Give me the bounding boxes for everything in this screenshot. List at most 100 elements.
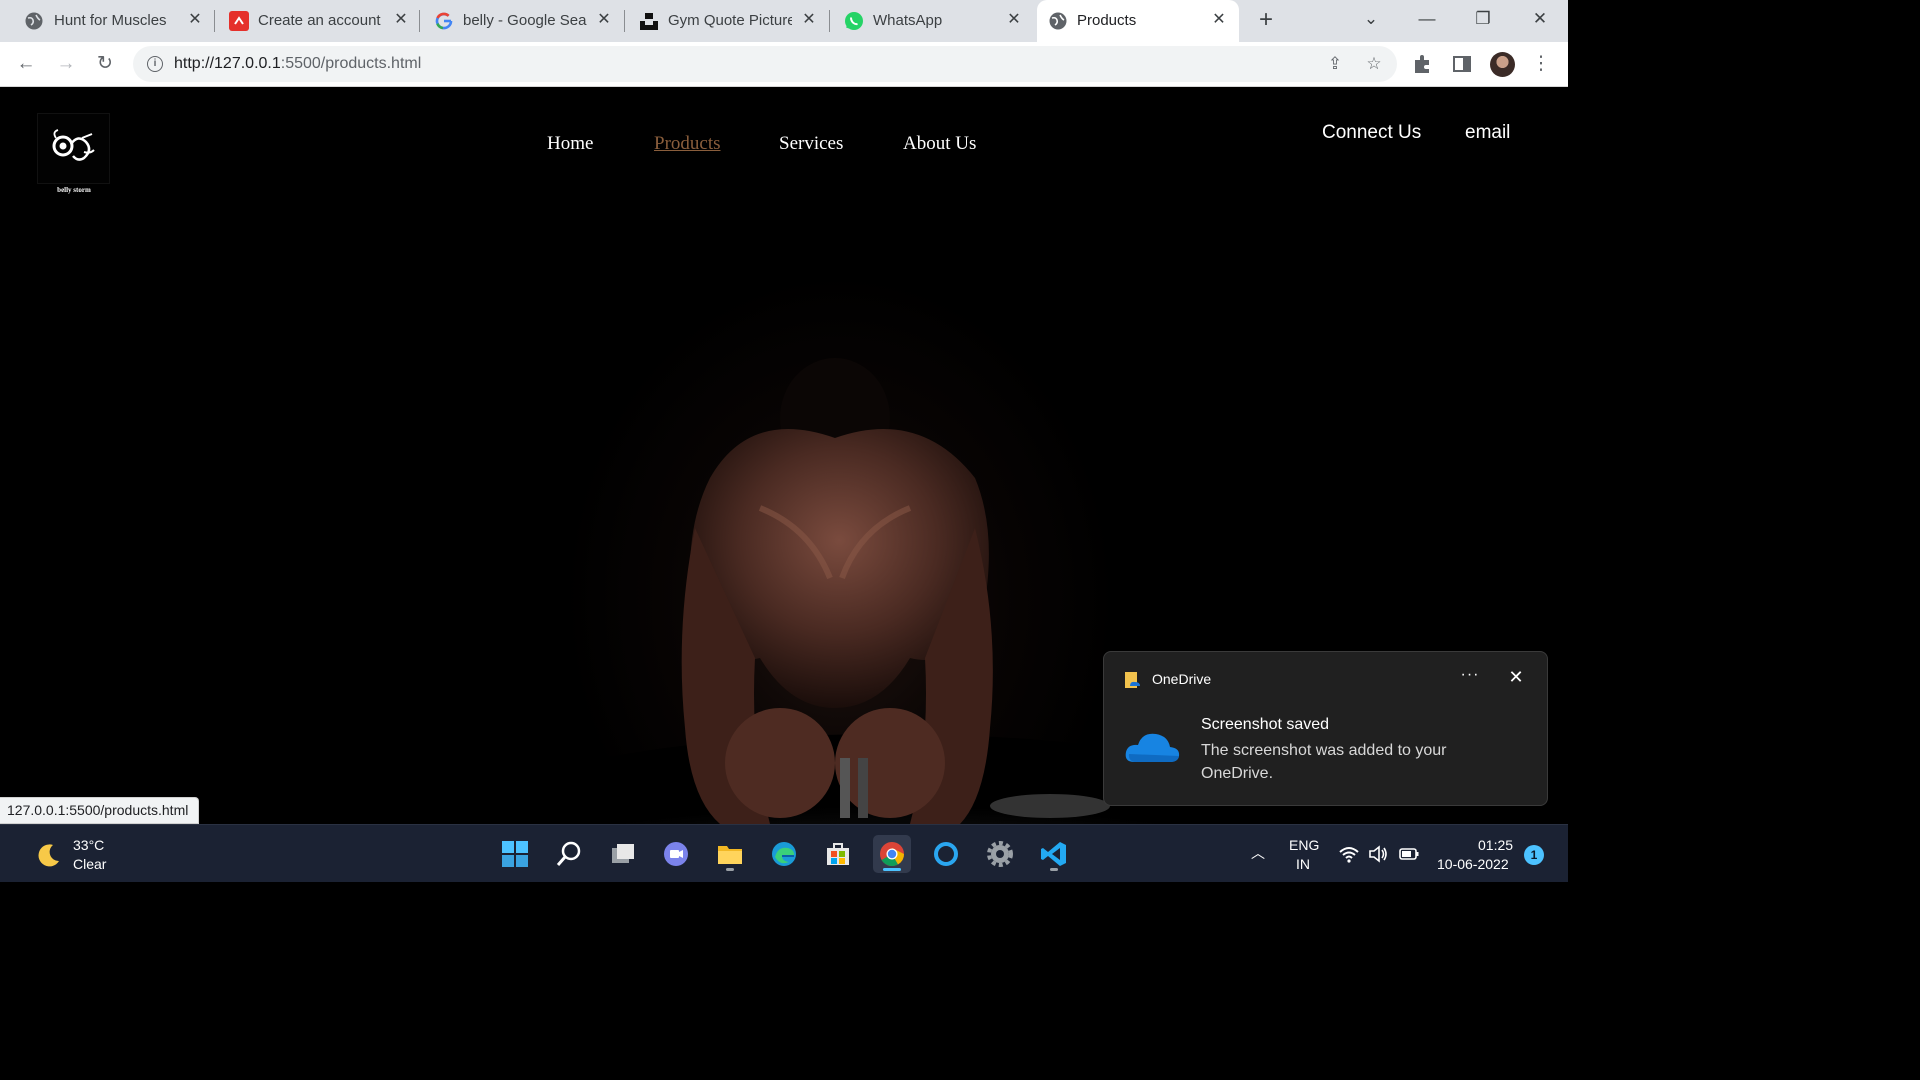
tab-title: Create an account | xyxy=(258,12,382,29)
tab-title: belly - Google Sear xyxy=(463,12,587,29)
new-tab-button[interactable]: + xyxy=(1253,8,1279,34)
tab-google-search[interactable]: belly - Google Sear ✕ xyxy=(420,0,625,42)
window-close-icon[interactable]: ✕ xyxy=(1525,6,1555,32)
close-tab-icon[interactable]: ✕ xyxy=(799,10,819,30)
chrome-browser-button[interactable] xyxy=(873,835,911,873)
close-tab-icon[interactable]: ✕ xyxy=(1209,10,1229,30)
google-icon xyxy=(435,12,453,30)
onedrive-app-icon xyxy=(1125,672,1140,688)
email-link[interactable]: email xyxy=(1465,122,1510,144)
start-button[interactable] xyxy=(496,835,534,873)
address-bar[interactable]: i http://127.0.0.1:5500/products.html ⇪ … xyxy=(133,46,1397,82)
nav-link-home[interactable]: Home xyxy=(547,133,593,155)
forward-arrow-icon[interactable]: → xyxy=(53,51,79,77)
tab-title: Hunt for Muscles xyxy=(54,12,167,29)
url-path: :5500/products.html xyxy=(280,55,422,72)
globe-icon xyxy=(25,12,43,30)
logo-caption: belly storm xyxy=(57,186,91,194)
tab-gym-quote[interactable]: Gym Quote Picture ✕ xyxy=(625,0,830,42)
share-icon[interactable]: ⇪ xyxy=(1323,52,1347,76)
input-region[interactable]: IN xyxy=(1296,856,1310,872)
notification-count-badge[interactable]: 1 xyxy=(1524,845,1544,865)
close-tab-icon[interactable]: ✕ xyxy=(391,10,411,30)
volume-icon[interactable] xyxy=(1367,844,1389,864)
input-language[interactable]: ENG xyxy=(1289,837,1319,853)
weather-temperature[interactable]: 33°C xyxy=(73,837,104,853)
tab-strip: Hunt for Muscles ✕ Create an account | ✕… xyxy=(0,0,1568,42)
red-app-icon xyxy=(229,11,249,31)
settings-button[interactable] xyxy=(981,835,1019,873)
onedrive-notification[interactable]: OneDrive ··· ✕ Screenshot saved The scre… xyxy=(1103,651,1548,806)
link-status-bubble: 127.0.0.1:5500/products.html xyxy=(0,797,200,824)
task-view-icon xyxy=(612,844,634,863)
wifi-icon[interactable] xyxy=(1338,844,1360,864)
connect-us-link[interactable]: Connect Us xyxy=(1322,122,1421,144)
url-host: http://127.0.0.1 xyxy=(174,55,281,72)
nav-link-products[interactable]: Products xyxy=(654,133,721,155)
tab-create-account[interactable]: Create an account | ✕ xyxy=(215,0,420,42)
nav-link-services[interactable]: Services xyxy=(779,133,843,155)
file-explorer-button[interactable] xyxy=(711,835,749,873)
notification-title: Screenshot saved xyxy=(1201,716,1330,733)
microsoft-store-button[interactable] xyxy=(819,835,857,873)
teams-chat-icon xyxy=(664,842,688,866)
tab-whatsapp[interactable]: WhatsApp ✕ xyxy=(830,0,1035,42)
menu-kebab-icon[interactable]: ⋮ xyxy=(1528,51,1554,77)
running-indicator xyxy=(726,868,734,871)
clock-time[interactable]: 01:25 xyxy=(1478,837,1513,853)
show-hidden-icons-chevron-icon[interactable]: ︿ xyxy=(1251,843,1265,863)
extensions-puzzle-icon[interactable] xyxy=(1412,53,1434,75)
task-view-button[interactable] xyxy=(604,835,642,873)
clock-date[interactable]: 10-06-2022 xyxy=(1437,856,1509,872)
restore-icon[interactable]: ❐ xyxy=(1468,6,1498,32)
unsplash-icon xyxy=(640,13,658,30)
more-options-icon[interactable]: ··· xyxy=(1458,666,1482,684)
gear-icon xyxy=(987,841,1013,867)
teams-chat-button[interactable] xyxy=(657,835,695,873)
store-icon xyxy=(827,843,849,865)
vscode-button[interactable] xyxy=(1035,835,1073,873)
cortana-button[interactable] xyxy=(927,835,965,873)
onedrive-cloud-icon xyxy=(1125,733,1180,762)
moon-weather-icon[interactable] xyxy=(36,842,62,868)
nav-link-about-us[interactable]: About Us xyxy=(903,133,976,155)
edge-icon xyxy=(772,842,796,866)
belly-storm-logo-icon xyxy=(52,129,95,161)
site-logo[interactable] xyxy=(37,113,110,184)
cortana-ring-icon xyxy=(934,842,958,866)
tab-products[interactable]: Products ✕ xyxy=(1037,0,1239,42)
tab-title: Gym Quote Picture xyxy=(668,12,792,29)
bookmark-star-icon[interactable]: ☆ xyxy=(1362,52,1386,76)
edge-browser-button[interactable] xyxy=(765,835,803,873)
tab-hunt-for-muscles[interactable]: Hunt for Muscles ✕ xyxy=(0,0,215,42)
close-tab-icon[interactable]: ✕ xyxy=(594,10,614,30)
vscode-icon xyxy=(1041,842,1066,866)
whatsapp-icon xyxy=(845,12,863,30)
tab-search-chevron-icon[interactable]: ⌄ xyxy=(1356,6,1386,32)
browser-toolbar: ← → ↻ i http://127.0.0.1:5500/products.h… xyxy=(0,42,1568,87)
windows-taskbar: 33°C Clear ︿ ENG IN 01:25 10-06-2022 1 xyxy=(0,824,1568,882)
chrome-icon xyxy=(880,842,904,867)
profile-avatar[interactable] xyxy=(1490,52,1515,77)
tab-title: Products xyxy=(1077,12,1137,29)
site-info-icon[interactable]: i xyxy=(147,56,163,72)
search-icon xyxy=(556,841,581,866)
notification-app-name: OneDrive xyxy=(1152,671,1212,687)
close-notification-icon[interactable]: ✕ xyxy=(1506,667,1526,688)
close-tab-icon[interactable]: ✕ xyxy=(1004,10,1024,30)
side-panel-icon[interactable] xyxy=(1452,54,1472,74)
close-tab-icon[interactable]: ✕ xyxy=(185,10,205,30)
reload-icon[interactable]: ↻ xyxy=(92,51,118,77)
tab-title: WhatsApp xyxy=(873,12,943,29)
running-indicator xyxy=(883,868,901,871)
url-text[interactable]: http://127.0.0.1:5500/products.html xyxy=(174,55,421,73)
back-arrow-icon[interactable]: ← xyxy=(13,51,39,77)
minimize-icon[interactable]: — xyxy=(1412,6,1442,32)
taskbar-search-button[interactable] xyxy=(550,835,588,873)
globe-icon xyxy=(1049,12,1067,30)
weather-condition[interactable]: Clear xyxy=(73,856,106,872)
battery-icon[interactable] xyxy=(1398,844,1420,864)
running-indicator xyxy=(1050,868,1058,871)
windows-start-icon xyxy=(502,841,528,867)
notification-body: The screenshot was added to your OneDriv… xyxy=(1201,742,1447,782)
